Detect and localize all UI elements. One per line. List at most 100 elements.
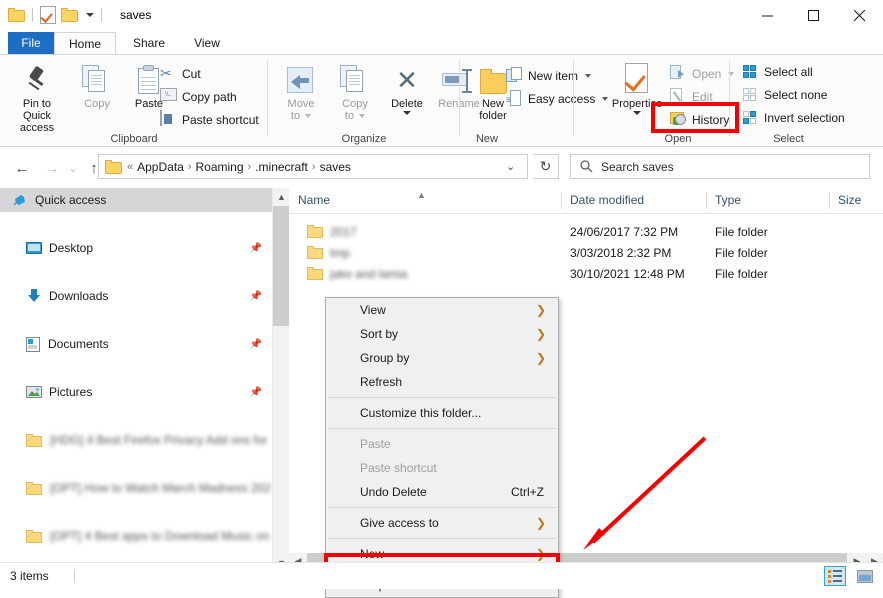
pin-icon[interactable]: 📌 <box>250 387 262 398</box>
paste-shortcut-button[interactable]: Paste shortcut <box>160 109 259 130</box>
move-to-label-2: to <box>291 110 300 122</box>
search-box[interactable]: Search saves <box>570 154 870 179</box>
sidebar-item-pictures[interactable]: Pictures 📌 <box>0 380 272 404</box>
pin-icon[interactable]: 📌 <box>250 243 262 254</box>
address-bar[interactable]: « AppData › Roaming › .minecraft › saves <box>98 154 528 179</box>
chevron-down-icon[interactable] <box>86 13 94 17</box>
table-row[interactable]: 2017 24/06/2017 7:32 PM File folder <box>289 221 883 242</box>
tab-home[interactable]: Home <box>54 32 116 54</box>
invert-selection-button[interactable]: Invert selection <box>742 107 845 128</box>
chevron-right-icon: ❯ <box>536 547 546 561</box>
column-header-date-modified[interactable]: Date modified <box>561 188 715 213</box>
tab-view[interactable]: View <box>180 32 234 54</box>
back-button[interactable]: ← <box>10 156 34 180</box>
thumbnail-view-button[interactable] <box>854 566 876 586</box>
menu-label: Customize this folder... <box>360 406 481 420</box>
sidebar-label: [OPT] How to Watch March Madness 202 <box>50 481 271 495</box>
breadcrumb-minecraft[interactable]: .minecraft <box>251 160 312 174</box>
file-date-modified: 24/06/2017 7:32 PM <box>570 225 678 239</box>
sidebar-label: [OPT] 4 Best apps to Download Music on <box>50 529 269 543</box>
column-header-size[interactable]: Size <box>829 188 883 213</box>
navigation-pane-scrollbar[interactable]: ▲ ▼ <box>272 188 289 572</box>
sidebar-item-documents[interactable]: Documents 📌 <box>0 332 272 356</box>
column-header-name[interactable]: Name <box>289 188 570 213</box>
minimize-button[interactable] <box>745 0 791 32</box>
new-item-icon <box>506 67 523 84</box>
open-label: Open <box>692 67 721 81</box>
group-label-select: Select <box>712 133 865 145</box>
copy-path-button[interactable]: \\.. Copy path <box>160 86 237 107</box>
copy-button[interactable]: Copy <box>68 59 126 110</box>
folder-icon <box>26 530 42 543</box>
chevron-down-icon[interactable] <box>585 74 591 78</box>
scroll-up-icon[interactable]: ▲ <box>273 188 290 206</box>
menu-item-undo-delete[interactable]: Undo Delete Ctrl+Z <box>326 480 558 504</box>
copy-to-button[interactable]: Copy to <box>326 59 384 122</box>
cut-label: Cut <box>182 67 201 81</box>
details-view-button[interactable] <box>824 566 846 586</box>
breadcrumb-appdata[interactable]: AppData <box>133 160 188 174</box>
ribbon: Pin to Quick access Copy Paste <box>0 54 883 147</box>
address-folder-icon <box>105 160 122 174</box>
forward-button[interactable]: → <box>40 156 64 180</box>
menu-item-sort-by[interactable]: Sort by ❯ <box>326 322 558 346</box>
sidebar-item-pinned-2[interactable]: [OPT] How to Watch March Madness 202 <box>0 476 272 500</box>
qat-divider <box>32 8 33 22</box>
move-to-button[interactable]: Move to <box>272 59 330 122</box>
menu-label: Sort by <box>360 327 398 341</box>
recent-locations-button[interactable]: ⌄ <box>64 156 82 180</box>
menu-item-give-access-to[interactable]: Give access to ❯ <box>326 511 558 535</box>
scrollbar-thumb[interactable] <box>273 206 290 326</box>
menu-item-refresh[interactable]: Refresh <box>326 370 558 394</box>
tab-share[interactable]: Share <box>118 32 180 54</box>
pin-icon[interactable]: 📌 <box>250 339 262 350</box>
table-row[interactable]: jake and lamia 30/10/2021 12:48 PM File … <box>289 263 883 284</box>
chevron-down-icon[interactable] <box>359 114 365 118</box>
chevron-down-icon[interactable] <box>305 114 311 118</box>
edit-icon <box>670 88 687 105</box>
pin-to-quick-access-button[interactable]: Pin to Quick access <box>8 59 66 134</box>
sidebar-item-downloads[interactable]: Downloads 📌 <box>0 284 272 308</box>
file-type: File folder <box>715 246 768 260</box>
open-button[interactable]: Open <box>670 63 734 84</box>
properties-button[interactable]: Properties <box>606 59 668 115</box>
chevron-down-icon[interactable] <box>633 111 641 115</box>
column-header-type[interactable]: Type <box>706 188 838 213</box>
easy-access-button[interactable]: ≡ Easy access <box>506 88 608 109</box>
sidebar-item-quick-access[interactable]: Quick access <box>0 188 272 212</box>
select-none-label: Select none <box>764 88 827 102</box>
select-none-button[interactable]: Select none <box>742 84 827 105</box>
folder-icon <box>26 434 42 447</box>
chevron-down-icon[interactable] <box>403 111 411 115</box>
pin-star-icon <box>12 193 28 207</box>
maximize-button[interactable] <box>791 0 837 32</box>
pin-icon[interactable]: 📌 <box>250 291 262 302</box>
breadcrumb-saves[interactable]: saves <box>316 160 355 174</box>
copy-to-icon <box>326 59 384 95</box>
refresh-button[interactable]: ↻ <box>533 154 559 179</box>
select-all-button[interactable]: Select all <box>742 61 813 82</box>
menu-label: Undo Delete <box>360 485 427 499</box>
edit-button[interactable]: Edit <box>670 86 713 107</box>
tab-file[interactable]: File <box>8 32 54 54</box>
properties-icon[interactable] <box>40 6 56 24</box>
folder-icon[interactable] <box>8 8 25 22</box>
table-row[interactable]: tmp 3/03/2018 2:32 PM File folder <box>289 242 883 263</box>
menu-item-view[interactable]: View ❯ <box>326 298 558 322</box>
properties-icon <box>606 59 668 95</box>
menu-item-customize-this-folder[interactable]: Customize this folder... <box>326 401 558 425</box>
menu-separator <box>328 428 556 429</box>
cut-button[interactable]: ✂ Cut <box>160 63 201 84</box>
history-button[interactable]: History <box>670 109 729 130</box>
sidebar-label: [HDG] 4 Best Firefox Privacy Add ons for <box>50 433 267 447</box>
new-item-button[interactable]: New item <box>506 65 591 86</box>
sidebar-item-pinned-1[interactable]: [HDG] 4 Best Firefox Privacy Add ons for <box>0 428 272 452</box>
new-folder-icon[interactable] <box>61 8 78 22</box>
sidebar-item-pinned-3[interactable]: [OPT] 4 Best apps to Download Music on <box>0 524 272 548</box>
sidebar-item-desktop[interactable]: Desktop 📌 <box>0 236 272 260</box>
menu-item-group-by[interactable]: Group by ❯ <box>326 346 558 370</box>
close-button[interactable] <box>837 0 883 32</box>
menu-label: Paste shortcut <box>360 461 437 475</box>
history-label: History <box>692 113 729 127</box>
breadcrumb-roaming[interactable]: Roaming <box>192 160 248 174</box>
